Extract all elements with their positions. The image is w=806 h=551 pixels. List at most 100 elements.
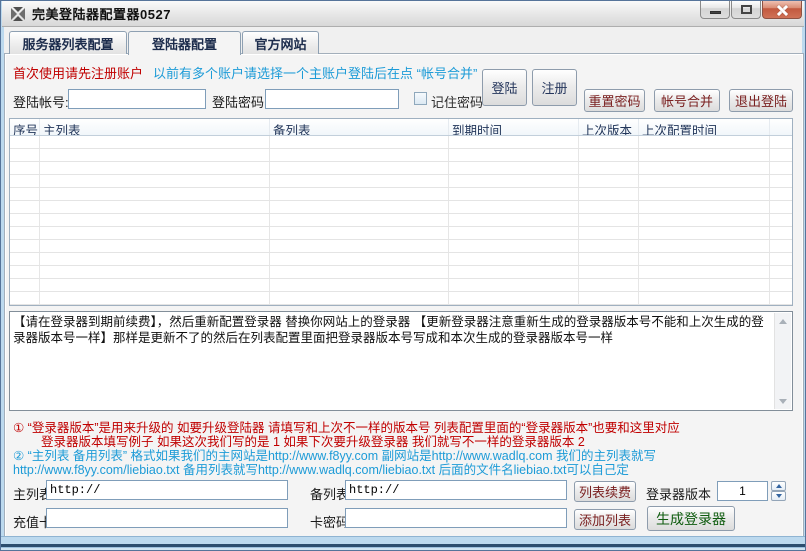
table-cell xyxy=(270,240,449,252)
table-cell xyxy=(770,214,792,226)
login-password-input[interactable] xyxy=(265,89,399,109)
tab-official-website[interactable]: 官方网站 xyxy=(242,31,319,54)
title-bar[interactable]: 完美登陆器配置器0527 xyxy=(2,1,804,27)
table-cell xyxy=(40,279,270,291)
tab-launcher-config[interactable]: 登陆器配置 xyxy=(128,31,241,55)
minimize-button[interactable] xyxy=(700,1,730,19)
table-cell xyxy=(10,266,40,278)
spinner-up-button[interactable] xyxy=(771,481,786,491)
logout-button[interactable]: 退出登陆 xyxy=(729,89,793,112)
maximize-button[interactable] xyxy=(731,1,761,19)
column-header[interactable]: 上次配置时间 xyxy=(639,119,770,135)
merge-account-button[interactable]: 帐号合并 xyxy=(654,89,720,112)
scrollbar[interactable] xyxy=(774,313,791,409)
table-cell xyxy=(579,279,639,291)
spinner-down-icon xyxy=(776,494,782,498)
table-row[interactable] xyxy=(10,292,792,305)
table-cell xyxy=(270,162,449,174)
table-cell xyxy=(770,227,792,239)
table-cell xyxy=(770,240,792,252)
table-row[interactable] xyxy=(10,149,792,162)
minimize-icon xyxy=(710,11,721,14)
generate-launcher-button[interactable]: 生成登录器 xyxy=(647,506,735,531)
table-row[interactable] xyxy=(10,253,792,266)
table-cell xyxy=(10,292,40,304)
table-cell xyxy=(449,149,579,161)
table-cell xyxy=(40,240,270,252)
table-row[interactable] xyxy=(10,136,792,149)
card-password-input[interactable] xyxy=(345,508,567,528)
column-header[interactable]: 序号 xyxy=(10,119,40,135)
card-password-label: 卡密码 xyxy=(310,512,349,531)
table-cell xyxy=(449,253,579,265)
table-row[interactable] xyxy=(10,188,792,201)
launcher-version-input[interactable] xyxy=(717,481,768,501)
table-cell xyxy=(579,214,639,226)
table-cell xyxy=(449,136,579,148)
table-cell xyxy=(270,149,449,161)
table-row[interactable] xyxy=(10,266,792,279)
table-cell xyxy=(579,227,639,239)
table-cell xyxy=(639,162,770,174)
table-cell xyxy=(770,201,792,213)
scroll-up-button[interactable] xyxy=(775,313,791,329)
top-notice: 首次使用请先注册账户以前有多个账户请选择一个主账户登陆后在点 “帐号合并” xyxy=(13,63,477,82)
column-header[interactable] xyxy=(770,119,792,135)
app-window: 完美登陆器配置器0527 服务器列表配置 登陆器配置 官方网站 首次使用请先注册… xyxy=(0,0,806,551)
table-cell xyxy=(10,188,40,200)
column-header[interactable]: 主列表 xyxy=(40,119,270,135)
table-cell xyxy=(639,175,770,187)
table-cell xyxy=(10,201,40,213)
table-row[interactable] xyxy=(10,279,792,292)
table-row[interactable] xyxy=(10,214,792,227)
column-header[interactable]: 到期时间 xyxy=(449,119,579,135)
table-cell xyxy=(270,201,449,213)
table-cell xyxy=(40,227,270,239)
version-spinner xyxy=(771,481,786,501)
close-button[interactable] xyxy=(762,1,802,19)
login-button[interactable]: 登陆 xyxy=(482,69,527,106)
column-header[interactable]: 上次版本 xyxy=(579,119,639,135)
table-row[interactable] xyxy=(10,201,792,214)
table-cell xyxy=(579,292,639,304)
spinner-down-button[interactable] xyxy=(771,491,786,501)
add-list-button[interactable]: 添加列表 xyxy=(574,509,636,530)
launcher-list-table[interactable]: 序号主列表备列表到期时间上次版本上次配置时间 xyxy=(9,118,793,306)
table-cell xyxy=(40,162,270,174)
table-row[interactable] xyxy=(10,175,792,188)
tip-version-line1: ① “登录器版本”是用来升级的 如要升级登陆器 请填写和上次不一样的版本号 列表… xyxy=(13,421,680,435)
table-cell xyxy=(639,240,770,252)
table-cell xyxy=(579,188,639,200)
renew-list-button[interactable]: 列表续费 xyxy=(574,481,636,502)
table-cell xyxy=(639,136,770,148)
reset-password-button[interactable]: 重置密码 xyxy=(584,89,645,112)
scroll-down-button[interactable] xyxy=(775,393,791,409)
main-list-input[interactable] xyxy=(46,480,288,500)
table-cell xyxy=(639,227,770,239)
table-cell xyxy=(639,214,770,226)
table-cell xyxy=(770,162,792,174)
login-account-input[interactable] xyxy=(68,89,206,109)
backup-list-input[interactable] xyxy=(345,480,567,500)
announcement-box[interactable]: 【请在登录器到期前续费】，然后重新配置登录器 替换你网站上的登录器 【更新登录器… xyxy=(9,311,793,411)
close-icon xyxy=(776,4,788,16)
list-header: 序号主列表备列表到期时间上次版本上次配置时间 xyxy=(10,119,792,136)
app-icon xyxy=(10,6,26,22)
column-header[interactable]: 备列表 xyxy=(270,119,449,135)
table-cell xyxy=(770,149,792,161)
table-cell xyxy=(40,188,270,200)
tab-server-list-config[interactable]: 服务器列表配置 xyxy=(9,31,127,54)
table-cell xyxy=(639,292,770,304)
table-cell xyxy=(449,227,579,239)
register-button[interactable]: 注册 xyxy=(532,69,577,106)
table-row[interactable] xyxy=(10,227,792,240)
recharge-card-input[interactable] xyxy=(46,508,288,528)
table-cell xyxy=(770,266,792,278)
notice-red-text: 首次使用请先注册账户 xyxy=(13,66,143,81)
table-cell xyxy=(270,227,449,239)
remember-password-checkbox[interactable] xyxy=(414,92,427,105)
table-cell xyxy=(579,253,639,265)
table-row[interactable] xyxy=(10,240,792,253)
table-row[interactable] xyxy=(10,162,792,175)
table-cell xyxy=(10,214,40,226)
